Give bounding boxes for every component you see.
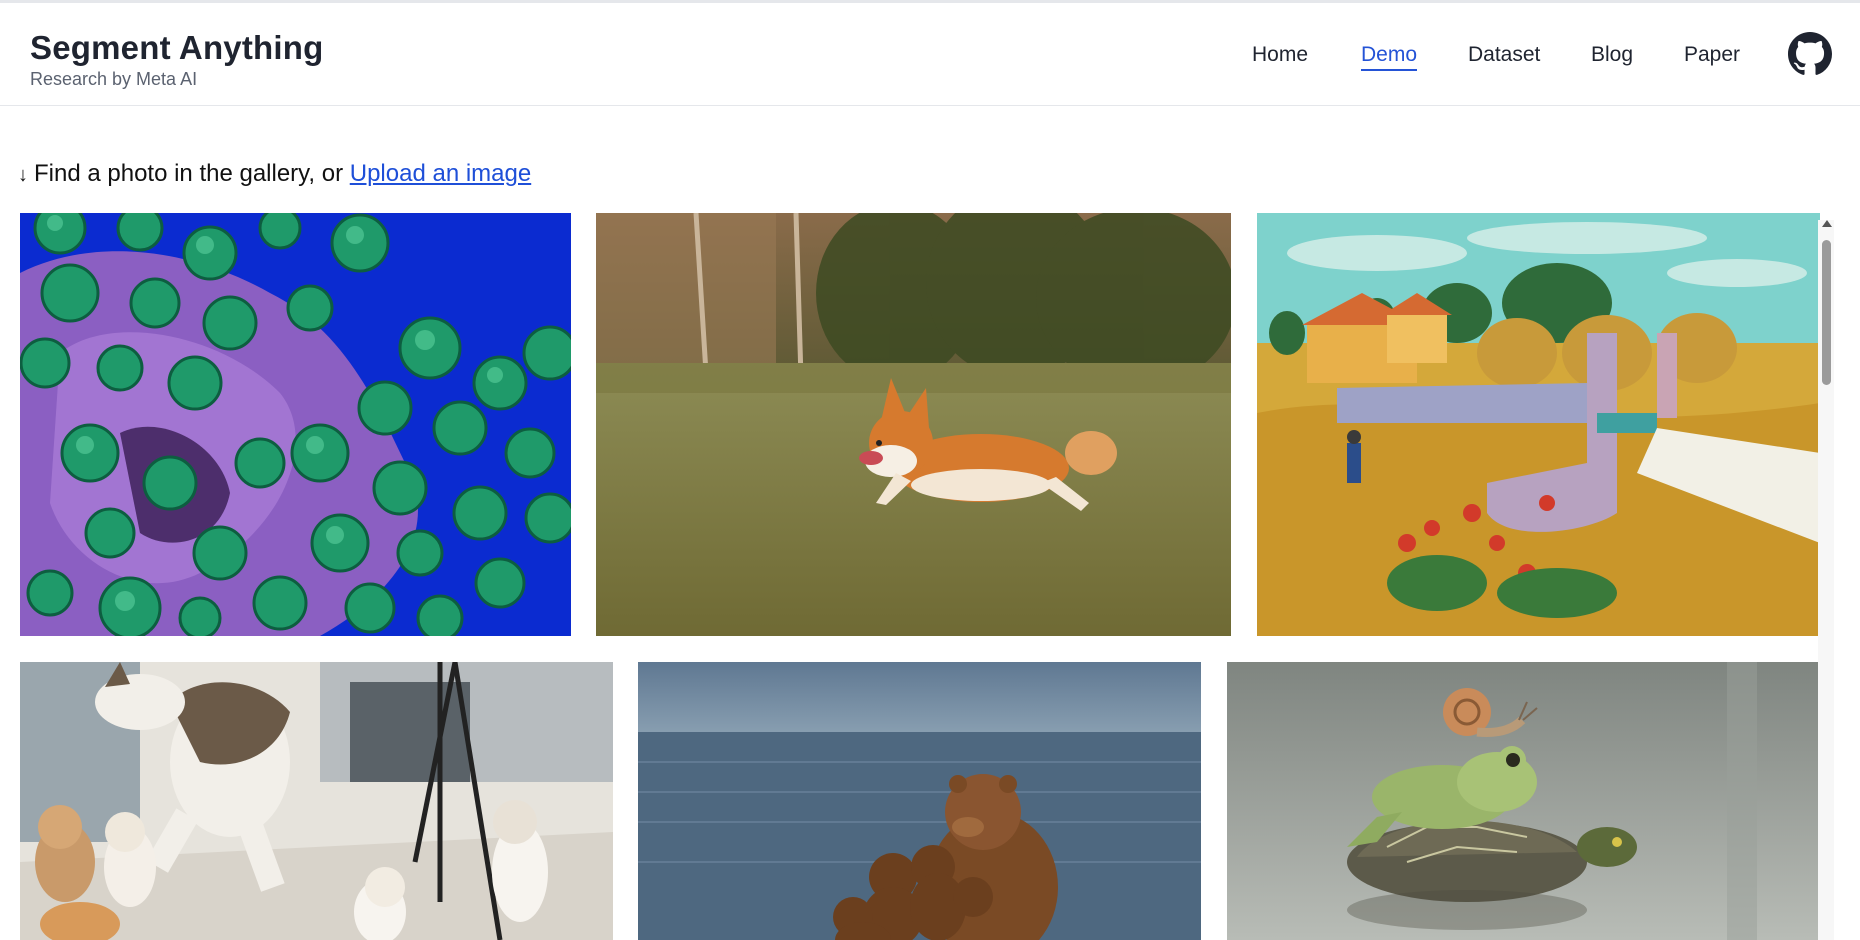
nav-home[interactable]: Home — [1252, 41, 1308, 69]
gallery-image-painting[interactable] — [1257, 213, 1820, 636]
upload-image-link[interactable]: Upload an image — [350, 160, 531, 187]
github-icon[interactable] — [1788, 32, 1832, 76]
nav-paper[interactable]: Paper — [1684, 41, 1740, 69]
gallery-image-corgi[interactable] — [596, 213, 1231, 636]
nav-dataset[interactable]: Dataset — [1468, 41, 1540, 69]
nav-demo[interactable]: Demo — [1361, 41, 1418, 71]
arrow-down-icon: ↓ — [18, 164, 28, 186]
gallery-intro: ↓ Find a photo in the gallery, or Upload … — [18, 158, 531, 191]
main-nav: Home Demo Dataset Blog Paper — [0, 41, 1860, 75]
gallery-image-bacteria[interactable] — [20, 213, 571, 636]
gallery-image-bears[interactable] — [638, 662, 1201, 940]
gallery-image-frog-turtle[interactable] — [1227, 662, 1820, 940]
site-header: Segment Anything Research by Meta AI Hom… — [0, 3, 1860, 106]
scroll-up-arrow-icon[interactable] — [1822, 220, 1832, 227]
gallery-image-cats[interactable] — [20, 662, 613, 940]
intro-text: Find a photo in the gallery, or — [34, 160, 344, 187]
nav-blog[interactable]: Blog — [1591, 41, 1633, 69]
gallery-scrollbar-thumb[interactable] — [1822, 240, 1831, 385]
